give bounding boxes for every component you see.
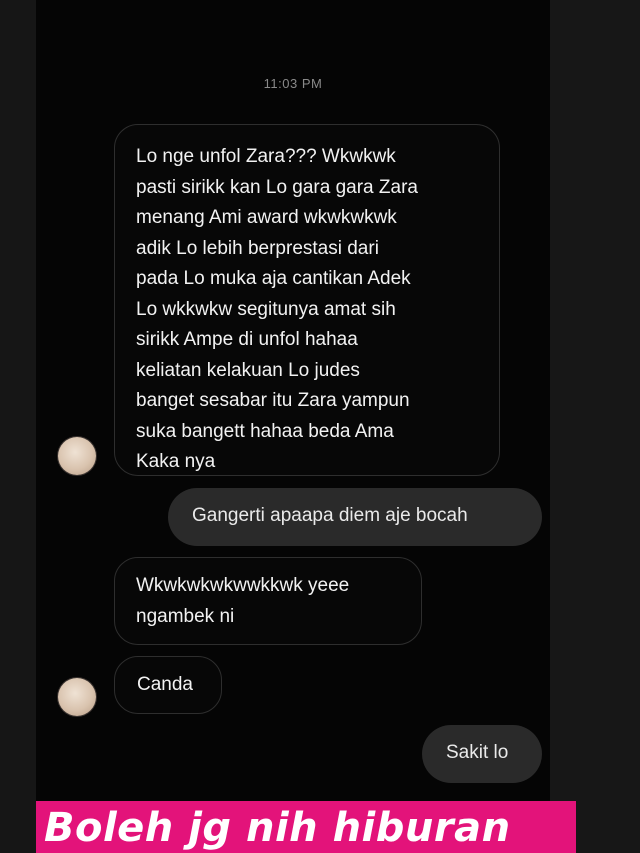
contact-avatar-icon[interactable] bbox=[58, 437, 96, 475]
caption-text: Boleh jg nih hiburan bbox=[44, 805, 511, 851]
outgoing-message-bubble[interactable]: Gangerti apaapa diem aje bocah bbox=[168, 488, 542, 546]
message-text: Canda bbox=[137, 674, 193, 695]
incoming-message-bubble[interactable]: Lo nge unfol Zara??? Wkwkwk pasti sirikk… bbox=[114, 124, 500, 476]
message-text: Wkwkwkwkwwkkwk yeee ngambek ni bbox=[136, 575, 350, 627]
message-text: Gangerti apaapa diem aje bocah bbox=[192, 505, 468, 526]
message-timestamp: 11:03 PM bbox=[263, 76, 323, 91]
incoming-message-bubble[interactable]: Canda bbox=[114, 656, 222, 714]
left-frame-edge bbox=[0, 0, 36, 853]
right-frame-edge bbox=[550, 0, 640, 853]
message-text: Sakit lo bbox=[446, 742, 509, 763]
message-text: Lo nge unfol Zara??? Wkwkwk pasti sirikk… bbox=[136, 146, 418, 472]
incoming-message-bubble[interactable]: Wkwkwkwkwwkkwk yeee ngambek ni bbox=[114, 557, 422, 645]
outgoing-message-bubble[interactable]: Sakit lo bbox=[422, 725, 542, 783]
contact-avatar-icon[interactable] bbox=[58, 678, 96, 716]
